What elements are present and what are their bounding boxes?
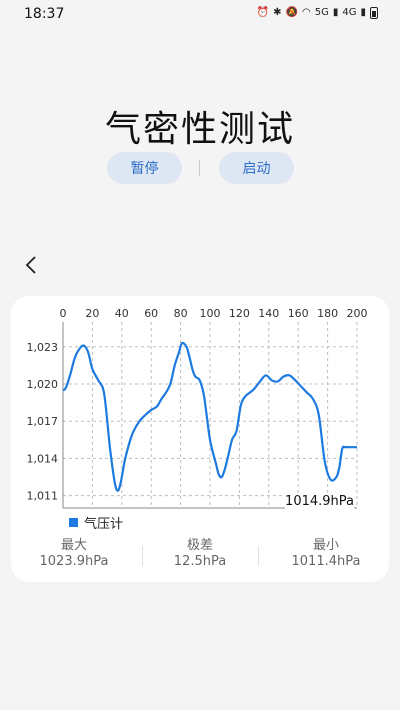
stat-range-value: 12.5hPa bbox=[173, 554, 227, 569]
y-tick-label: 1,014 bbox=[27, 452, 59, 465]
status-icons: ⏰ ✱ 🔕 ◠ 5G ▮ 4G ▮ bbox=[257, 7, 378, 19]
x-tick-label: 200 bbox=[347, 307, 368, 320]
status-bar: 18:37 ⏰ ✱ 🔕 ◠ 5G ▮ 4G ▮ bbox=[0, 0, 400, 28]
mute-icon: 🔕 bbox=[285, 7, 298, 18]
status-time: 18:37 bbox=[24, 6, 65, 22]
signal-bars-icon: ▮ bbox=[332, 7, 339, 18]
button-divider bbox=[199, 160, 200, 176]
x-tick-label: 60 bbox=[144, 307, 158, 320]
stat-min-value: 1011.4hPa bbox=[291, 554, 361, 569]
x-tick-label: 120 bbox=[229, 307, 250, 320]
x-tick-label: 40 bbox=[115, 307, 129, 320]
chart-card: 0 20 40 60 80 100 120 140 160 180 200 1,011 1,014 1,0… bbox=[11, 296, 389, 582]
stat-max-value: 1023.9hPa bbox=[39, 554, 109, 569]
y-tick-label: 1,017 bbox=[27, 415, 59, 428]
wifi-icon: ◠ bbox=[301, 7, 311, 18]
signal-bars-icon: ▮ bbox=[360, 7, 366, 18]
pause-button[interactable]: 暂停 bbox=[107, 152, 182, 184]
page-title: 气密性测试 bbox=[104, 109, 295, 150]
signal-5g-icon: 5G bbox=[314, 7, 329, 18]
current-reading: 1014.9hPa bbox=[285, 494, 354, 509]
alarm-icon: ⏰ bbox=[256, 7, 270, 18]
stat-min: 最小 1011.4hPa bbox=[263, 538, 389, 570]
stat-range: 极差 12.5hPa bbox=[137, 538, 263, 570]
stats-row: 最大 1023.9hPa 极差 12.5hPa 最小 1011.4hPa bbox=[11, 538, 389, 578]
stat-min-label: 最小 bbox=[312, 538, 339, 553]
y-tick-label: 1,023 bbox=[27, 341, 59, 354]
x-tick-label: 180 bbox=[317, 307, 338, 320]
bluetooth-icon: ✱ bbox=[273, 7, 282, 18]
y-tick-label: 1,020 bbox=[27, 378, 59, 391]
battery-icon bbox=[370, 7, 378, 19]
chevron-left-icon bbox=[25, 256, 36, 274]
legend-swatch bbox=[69, 518, 78, 527]
stat-max-label: 最大 bbox=[60, 538, 87, 553]
start-button[interactable]: 启动 bbox=[219, 152, 294, 184]
stat-max: 最大 1023.9hPa bbox=[11, 538, 137, 570]
stat-divider bbox=[258, 546, 259, 566]
signal-4g-icon: 4G bbox=[342, 7, 357, 18]
x-tick-label: 100 bbox=[200, 307, 221, 320]
x-tick-label: 0 bbox=[60, 307, 67, 320]
chart-legend: 气压计 bbox=[69, 513, 123, 532]
back-button[interactable] bbox=[18, 252, 44, 278]
x-tick-label: 20 bbox=[85, 307, 99, 320]
y-tick-label: 1,011 bbox=[27, 490, 59, 503]
x-tick-label: 140 bbox=[258, 307, 279, 320]
legend-label: 气压计 bbox=[84, 517, 124, 532]
x-tick-label: 160 bbox=[288, 307, 309, 320]
x-tick-label: 80 bbox=[174, 307, 188, 320]
stat-range-label: 极差 bbox=[186, 538, 213, 553]
